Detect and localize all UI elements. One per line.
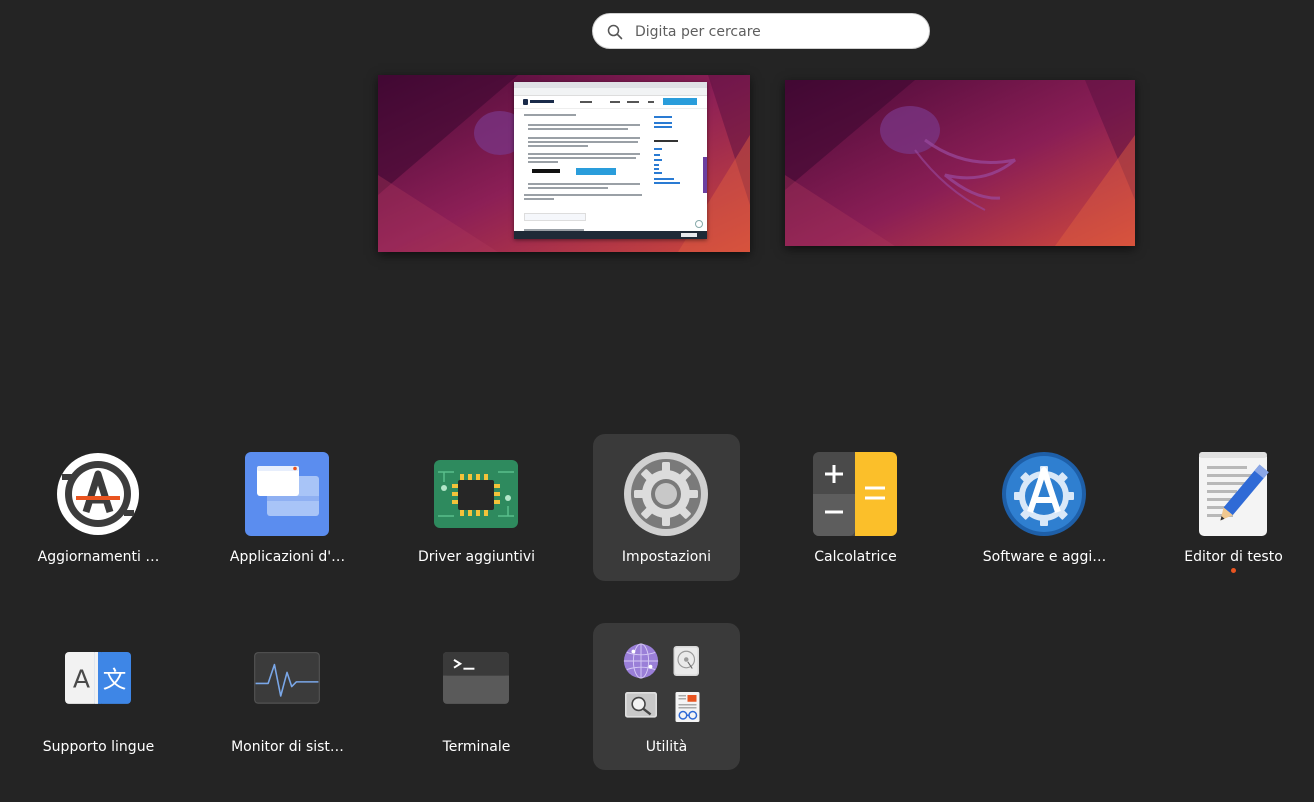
app-label: Editor di testo <box>1184 549 1283 565</box>
software-sources-icon <box>1002 452 1086 536</box>
app-label: Monitor di sist… <box>231 739 344 755</box>
startup-applications-icon <box>245 452 329 536</box>
settings-gear-icon <box>624 452 708 536</box>
svg-text:文: 文 <box>103 665 127 693</box>
app-label: Supporto lingue <box>42 739 155 755</box>
system-monitor-icon <box>254 652 320 704</box>
text-editor-icon <box>1199 452 1269 536</box>
app-folder-utilita[interactable]: Utilità <box>593 623 740 770</box>
language-support-icon: A 文 <box>65 652 131 704</box>
app-driver[interactable]: Driver aggiuntivi <box>403 434 550 581</box>
app-editor[interactable]: Editor di testo <box>1160 434 1307 581</box>
app-label: Applicazioni d'… <box>229 549 346 565</box>
workspace-thumbnail-1[interactable] <box>378 75 750 252</box>
app-label: Driver aggiuntivi <box>417 549 536 565</box>
search-bar[interactable] <box>592 13 930 50</box>
browser-window-thumbnail[interactable] <box>514 82 707 239</box>
app-monitor[interactable]: Monitor di sist… <box>214 623 361 770</box>
running-indicator <box>1231 568 1236 573</box>
search-input[interactable] <box>633 14 917 50</box>
network-icon <box>623 643 659 679</box>
software-updater-icon <box>57 453 139 535</box>
app-lingue[interactable]: A 文 Supporto lingue <box>25 623 172 770</box>
app-label: Software e aggi… <box>982 549 1107 565</box>
app-calcolatrice[interactable]: Calcolatrice <box>782 434 929 581</box>
app-software[interactable]: Software e aggi… <box>971 434 1118 581</box>
activities-overview: Aggiornamenti … Applicazioni d'… <box>0 0 1314 802</box>
log-viewer-icon <box>625 692 657 718</box>
app-label: Impostazioni <box>621 549 712 565</box>
calculator-icon <box>813 452 897 536</box>
app-label: Terminale <box>442 739 511 755</box>
disks-icon <box>673 646 699 676</box>
wallpaper-image <box>785 80 1135 246</box>
folder-icon <box>621 641 711 731</box>
app-label: Calcolatrice <box>814 549 897 565</box>
workspace-thumbnail-2[interactable] <box>785 80 1135 246</box>
app-label: Aggiornamenti … <box>37 549 160 565</box>
chip-icon <box>434 460 518 528</box>
app-aggiornamenti[interactable]: Aggiornamenti … <box>25 434 172 581</box>
app-impostazioni[interactable]: Impostazioni <box>593 434 740 581</box>
app-label: Utilità <box>645 739 688 755</box>
document-viewer-icon <box>675 692 700 722</box>
app-applicazioni[interactable]: Applicazioni d'… <box>214 434 361 581</box>
terminal-icon <box>443 652 509 704</box>
search-icon <box>607 24 623 40</box>
svg-text:A: A <box>73 664 90 693</box>
app-terminale[interactable]: Terminale <box>403 623 550 770</box>
